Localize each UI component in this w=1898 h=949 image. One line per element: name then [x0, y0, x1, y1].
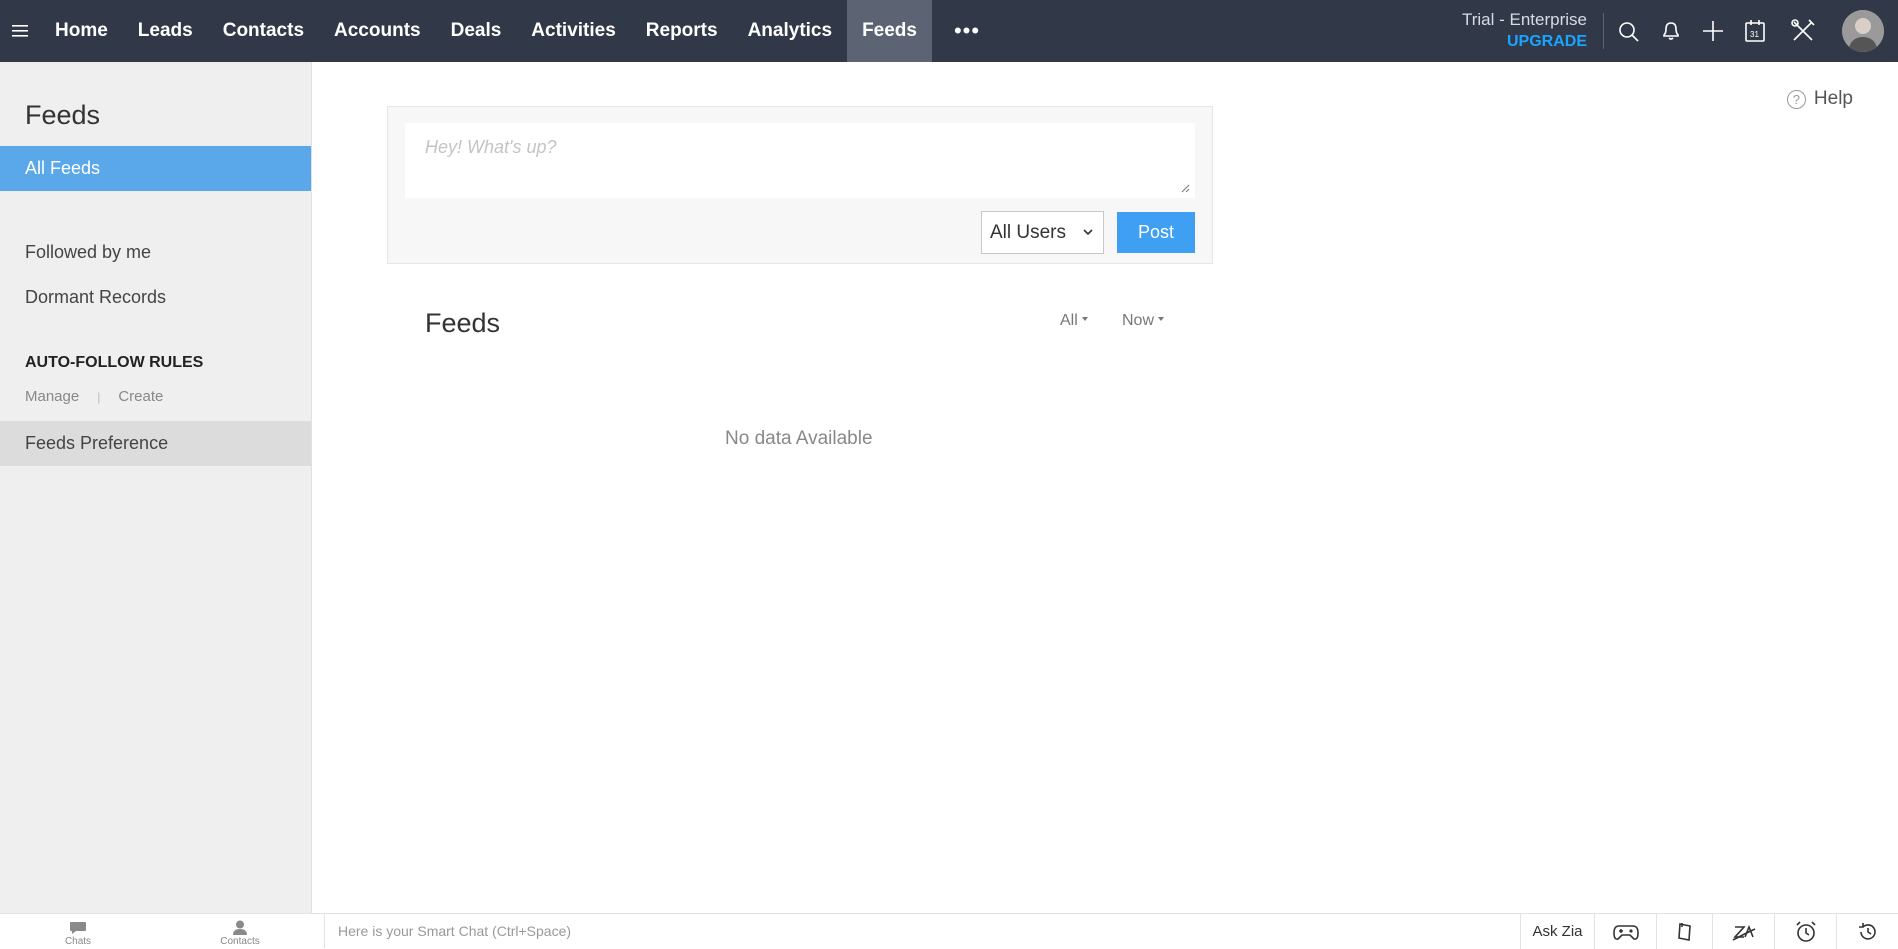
bottom-bar: Chats Contacts Here is your Smart Chat (… — [0, 913, 1898, 949]
nav-leads[interactable]: Leads — [123, 0, 208, 62]
help-label: Help — [1813, 88, 1853, 109]
ask-zia-button[interactable]: Ask Zia — [1520, 914, 1594, 949]
filter-all-dropdown[interactable]: All — [1060, 312, 1088, 330]
audience-select-value: All Users — [990, 221, 1067, 243]
empty-state-message: No data Available — [725, 428, 873, 449]
help-icon: ? — [1786, 89, 1806, 109]
svg-text:31: 31 — [1750, 30, 1759, 39]
nav-feeds[interactable]: Feeds — [847, 0, 932, 62]
chat-bubble-icon — [70, 922, 86, 934]
sidebar-item-followed-by-me[interactable]: Followed by me — [0, 230, 311, 275]
divider — [1603, 13, 1604, 49]
caret-down-icon — [1081, 316, 1088, 321]
contacts-label: Contacts — [220, 936, 260, 947]
nav-reports[interactable]: Reports — [631, 0, 733, 62]
more-modules-icon[interactable]: ••• — [932, 0, 1002, 62]
manage-link[interactable]: Manage — [25, 388, 79, 405]
nav-home[interactable]: Home — [40, 0, 123, 62]
bottom-right-tools: Ask Zia — [1520, 914, 1898, 949]
post-composer: All Users Post — [387, 106, 1213, 264]
chats-label: Chats — [64, 936, 92, 947]
chevron-down-icon — [1083, 229, 1093, 236]
top-navigation-bar: Home Leads Contacts Accounts Deals Activ… — [0, 0, 1898, 62]
plan-label: Trial - Enterprise — [1461, 10, 1587, 29]
sidebar-item-feeds-preference[interactable]: Feeds Preference — [0, 421, 311, 466]
nav-activities[interactable]: Activities — [516, 0, 630, 62]
trial-info: Trial - Enterprise UPGRADE — [1462, 9, 1587, 53]
auto-follow-rules-heading: AUTO-FOLLOW RULES — [25, 354, 204, 371]
filter-now-dropdown[interactable]: Now — [1122, 312, 1165, 330]
auto-follow-links: Manage | Create — [0, 388, 311, 405]
search-icon[interactable] — [1608, 0, 1650, 62]
note-icon[interactable] — [1656, 914, 1712, 949]
nav-analytics[interactable]: Analytics — [733, 0, 847, 62]
audience-select[interactable]: All Users — [981, 211, 1104, 254]
contacts-tab[interactable]: Contacts — [156, 914, 324, 948]
post-button[interactable]: Post — [1117, 212, 1195, 253]
filter-all-label: All — [1060, 312, 1078, 329]
tools-icon[interactable] — [1776, 0, 1830, 62]
nav-accounts[interactable]: Accounts — [319, 0, 436, 62]
module-tabs: Home Leads Contacts Accounts Deals Activ… — [40, 0, 1002, 62]
create-link[interactable]: Create — [118, 388, 163, 405]
nav-contacts[interactable]: Contacts — [208, 0, 319, 62]
caret-down-icon — [1158, 316, 1165, 321]
history-icon[interactable] — [1836, 914, 1898, 949]
top-right-controls: Trial - Enterprise UPGRADE 31 — [1462, 0, 1898, 62]
smart-chat-input[interactable]: Here is your Smart Chat (Ctrl+Space) — [324, 914, 1520, 948]
sidebar-title: Feeds — [25, 100, 101, 130]
status-input[interactable] — [405, 123, 1195, 198]
gamepad-icon[interactable] — [1594, 914, 1656, 949]
bell-icon[interactable] — [1650, 0, 1692, 62]
chats-tab[interactable]: Chats — [0, 914, 156, 948]
person-icon — [233, 920, 247, 935]
nav-deals[interactable]: Deals — [436, 0, 517, 62]
divider: | — [97, 389, 101, 404]
calendar-icon[interactable]: 31 — [1734, 0, 1776, 62]
feeds-heading: Feeds — [425, 308, 501, 338]
upgrade-link[interactable]: UPGRADE — [1462, 31, 1587, 53]
sidebar-item-dormant-records[interactable]: Dormant Records — [0, 275, 311, 320]
alarm-icon[interactable] — [1774, 914, 1836, 949]
help-link[interactable]: ? Help — [1786, 88, 1853, 110]
filter-now-label: Now — [1122, 312, 1155, 329]
avatar[interactable] — [1842, 10, 1884, 52]
hamburger-menu-icon[interactable] — [0, 0, 40, 62]
sidebar-item-all-feeds[interactable]: All Feeds — [0, 146, 311, 191]
plus-icon[interactable] — [1692, 0, 1734, 62]
zia-icon[interactable] — [1712, 914, 1774, 949]
feeds-sidebar: Feeds All Feeds Followed by me Dormant R… — [0, 62, 312, 913]
resize-grip-icon[interactable] — [1180, 183, 1190, 193]
